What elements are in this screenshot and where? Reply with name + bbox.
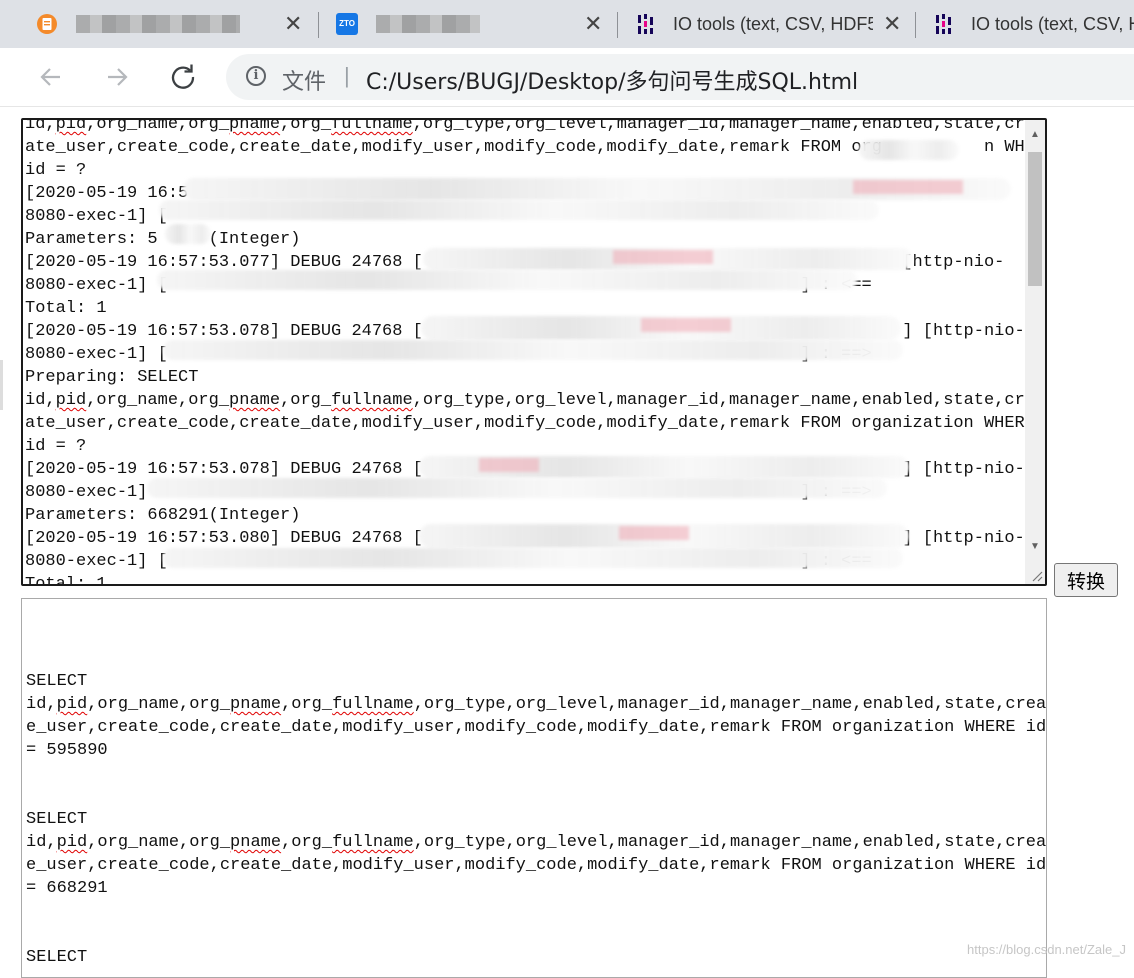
log-input-textarea[interactable]: id,pid,org_name,org_pname,org_fullname,o…	[21, 118, 1047, 586]
address-bar[interactable]: i 文件 | C:/Users/BUGJ/Desktop/多句问号生成SQL.h…	[226, 54, 1134, 100]
scrollbar-thumb[interactable]	[1028, 152, 1042, 286]
sql-line	[26, 624, 1040, 647]
redaction-smear	[165, 224, 211, 244]
watermark: https://blog.csdn.net/Zale_J	[967, 942, 1126, 957]
sql-line: SELECT	[26, 672, 88, 691]
url-separator: |	[344, 63, 350, 88]
convert-button[interactable]: 转换	[1054, 563, 1118, 597]
scroll-up-icon[interactable]: ▲	[1025, 126, 1045, 144]
sql-line	[26, 900, 1040, 923]
browser-tab-1[interactable]: ✕	[0, 0, 318, 48]
redaction-smear	[163, 340, 903, 360]
close-icon[interactable]: ✕	[883, 11, 901, 37]
forward-button[interactable]	[100, 60, 134, 94]
zto-icon: ZTO	[336, 13, 358, 35]
vertical-scrollbar[interactable]: ▲ ▼	[1025, 120, 1045, 584]
info-icon[interactable]: i	[246, 66, 266, 86]
sql-line	[26, 762, 1040, 785]
sql-line: e_user,create_code,create_date,modify_us…	[26, 856, 1047, 875]
close-icon[interactable]: ✕	[584, 11, 602, 37]
sql-line	[26, 785, 1040, 808]
redaction-smear	[183, 178, 1011, 200]
sql-line: e_user,create_code,create_date,modify_us…	[26, 718, 1047, 737]
sql-line: id,pid,org_name,org_pname,org_fullname,o…	[26, 695, 1047, 714]
back-arrow-icon	[40, 68, 60, 86]
redacted-tab-title	[376, 15, 480, 33]
close-icon[interactable]: ✕	[284, 11, 302, 37]
redaction-smear	[147, 478, 887, 498]
log-line: id,pid,org_name,org_pname,org_fullname,o…	[25, 118, 1036, 134]
svg-text:ZTO: ZTO	[339, 19, 355, 28]
redaction-smear	[157, 270, 857, 290]
sql-line	[26, 601, 1040, 624]
redaction-smear	[163, 548, 903, 568]
sql-output-text: SELECT id,pid,org_name,org_pname,org_full…	[26, 601, 1047, 969]
forward-arrow-icon	[108, 68, 128, 86]
pandas-icon	[936, 14, 951, 34]
sql-line: SELECT	[26, 948, 88, 967]
redaction-smear	[419, 524, 909, 548]
sql-line: SELECT	[26, 810, 88, 829]
url-scheme-label: 文件	[282, 70, 327, 95]
log-line: Preparing: SELECT	[25, 368, 199, 387]
redaction-smear	[423, 248, 913, 270]
log-line: Total: 1	[25, 575, 107, 586]
sql-line: id,pid,org_name,org_pname,org_fullname,o…	[26, 833, 1047, 852]
log-line: id,pid,org_name,org_pname,org_fullname,o…	[25, 391, 1036, 410]
redaction-smear	[159, 200, 879, 220]
redaction-smear	[419, 456, 909, 478]
log-line: id = ?	[25, 437, 87, 456]
log-line: ate_user,create_code,create_date,modify_…	[25, 414, 1035, 433]
pandas-icon	[638, 14, 653, 34]
sql-line: = 668291	[26, 879, 108, 898]
reload-button[interactable]	[166, 60, 200, 94]
browser-toolbar: i 文件 | C:/Users/BUGJ/Desktop/多句问号生成SQL.h…	[0, 48, 1134, 107]
reload-icon	[171, 64, 195, 89]
window-edge-marker	[0, 360, 3, 410]
redaction-smear	[421, 316, 901, 340]
sql-line	[26, 923, 1040, 946]
scroll-down-icon[interactable]: ▼	[1025, 538, 1045, 556]
orange-doc-icon	[37, 14, 57, 34]
browser-tab-3[interactable]: IO tools (text, CSV, HDF5, ✕	[617, 0, 915, 48]
tab-strip: ✕ ZTO ✕ IO tools (text, CSV, HDF5, ✕ IO …	[0, 0, 1134, 48]
browser-tab-4[interactable]: IO tools (text, CSV, H	[915, 0, 1134, 48]
back-button[interactable]	[34, 60, 68, 94]
url-text: C:/Users/BUGJ/Desktop/多句问号生成SQL.html	[366, 70, 859, 95]
sql-line: = 595890	[26, 741, 108, 760]
browser-tab-2[interactable]: ZTO ✕	[318, 0, 617, 48]
redacted-tab-title	[76, 15, 240, 33]
tab-title: IO tools (text, CSV, H	[971, 13, 1134, 34]
redaction-smear	[859, 140, 959, 160]
tab-title: IO tools (text, CSV, HDF5,	[673, 13, 873, 34]
sql-output-area[interactable]: SELECT id,pid,org_name,org_pname,org_full…	[21, 598, 1047, 978]
sql-line	[26, 647, 1040, 670]
resize-grip-icon[interactable]	[1029, 568, 1043, 582]
